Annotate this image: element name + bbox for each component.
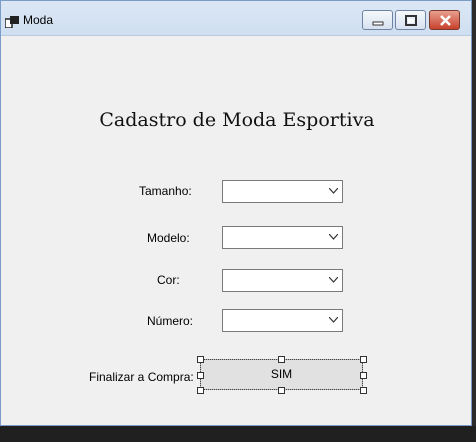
window-app-icon [4,13,19,29]
number-combobox[interactable] [222,309,343,332]
desktop-bottom [0,426,476,442]
resize-handle[interactable] [278,356,285,363]
color-combobox[interactable] [222,269,343,292]
finalize-label: Finalizar a Compra: [89,370,194,384]
resize-handle[interactable] [197,387,204,394]
resize-handle[interactable] [360,356,367,363]
model-label: Modelo: [147,231,190,245]
window-title: Moda [23,13,54,27]
model-combobox[interactable] [222,226,343,249]
resize-handle[interactable] [197,356,204,363]
desktop-edge [472,0,476,442]
minimize-button[interactable] [362,10,393,30]
sim-button[interactable]: SIM [200,359,363,390]
chevron-down-icon [329,277,338,283]
close-icon [440,15,451,26]
resize-handle[interactable] [360,372,367,379]
close-button[interactable] [429,10,460,30]
chevron-down-icon [329,188,338,194]
color-label: Cor: [157,273,180,287]
title-bar[interactable]: Moda [1,1,471,36]
size-combobox[interactable] [222,180,343,203]
minimize-icon [372,21,384,26]
resize-handle[interactable] [360,387,367,394]
main-window: Moda Cadastro de Moda Esportiva Tamanho:… [0,0,472,426]
maximize-button[interactable] [395,10,426,30]
chevron-down-icon [329,234,338,240]
number-label: Número: [147,314,194,328]
chevron-down-icon [329,317,338,323]
form-heading: Cadastro de Moda Esportiva [99,109,375,131]
resize-handle[interactable] [278,387,285,394]
size-label: Tamanho: [139,184,192,198]
maximize-icon [405,15,417,26]
resize-handle[interactable] [197,372,204,379]
